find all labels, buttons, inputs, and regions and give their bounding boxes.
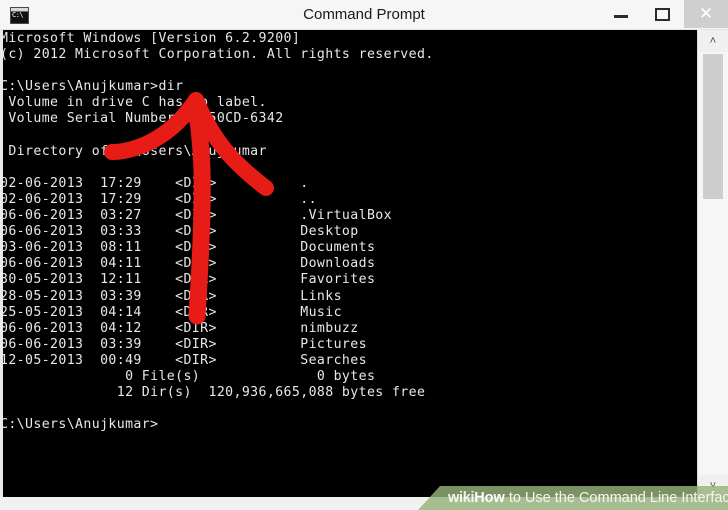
command-prompt-window: C:\ Command Prompt ✕ Microsoft Windows [… <box>0 0 728 510</box>
watermark-banner: wikiHow to Use the Command Line Interfac… <box>418 486 728 510</box>
console-line: 06-06-2013 03:27 <DIR> .VirtualBox <box>0 208 392 224</box>
console-line: C:\Users\Anujkumar> <box>0 417 159 433</box>
console-line: (c) 2012 Microsoft Corporation. All righ… <box>0 47 434 63</box>
watermark-title: to Use the Command Line Interface <box>504 490 728 506</box>
screenshot-root: C:\ Command Prompt ✕ Microsoft Windows [… <box>0 0 728 510</box>
console-line: 12-05-2013 00:49 <DIR> Searches <box>0 352 367 368</box>
console-line: 02-06-2013 17:29 <DIR> . <box>0 175 309 191</box>
console-output-area[interactable]: Microsoft Windows [Version 6.2.9200] (c) … <box>0 30 697 497</box>
console-line: 25-05-2013 04:14 <DIR> Music <box>0 304 342 320</box>
window-controls: ✕ <box>600 0 728 28</box>
close-button[interactable]: ✕ <box>684 0 728 28</box>
console-line: Volume Serial Number is 50CD-6342 <box>0 111 284 127</box>
console-line: 28-05-2013 03:39 <DIR> Links <box>0 288 342 304</box>
minimize-icon <box>614 15 628 18</box>
console-icon: C:\ <box>10 7 29 24</box>
console-scrollbar[interactable]: ˄ ˅ <box>697 30 728 497</box>
maximize-button[interactable] <box>642 0 684 28</box>
window-titlebar[interactable]: C:\ Command Prompt ✕ <box>0 0 728 30</box>
watermark-text: wikiHow to Use the Command Line Interfac… <box>448 486 728 510</box>
maximize-icon <box>655 8 670 21</box>
scrollbar-thumb[interactable] <box>703 54 723 199</box>
console-line: 12 Dir(s) 120,936,665,088 bytes free <box>0 385 426 401</box>
scroll-up-icon[interactable]: ˄ <box>698 30 728 52</box>
console-line: 06-06-2013 04:11 <DIR> Downloads <box>0 256 376 272</box>
minimize-button[interactable] <box>600 0 642 28</box>
close-icon: ✕ <box>698 4 714 23</box>
watermark-how: How <box>474 490 505 506</box>
console-line: 06-06-2013 04:12 <DIR> nimbuzz <box>0 320 359 336</box>
console-icon-text: C:\ <box>12 11 24 19</box>
console-line: Volume in drive C has no label. <box>0 95 267 111</box>
watermark-wiki: wiki <box>448 490 475 506</box>
console-line: 30-05-2013 12:11 <DIR> Favorites <box>0 272 376 288</box>
console-line: Directory of C:\Users\Anujkumar <box>0 143 267 159</box>
console-line: 06-06-2013 03:39 <DIR> Pictures <box>0 336 367 352</box>
console-text: Microsoft Windows [Version 6.2.9200] (c) … <box>0 31 697 433</box>
console-frame: Microsoft Windows [Version 6.2.9200] (c) … <box>0 30 728 498</box>
console-line: 06-06-2013 03:33 <DIR> Desktop <box>0 224 359 240</box>
console-line: 03-06-2013 08:11 <DIR> Documents <box>0 240 376 256</box>
window-left-edge <box>0 30 3 498</box>
console-line: C:\Users\Anujkumar>dir <box>0 79 184 95</box>
console-line: 0 File(s) 0 bytes <box>0 368 376 384</box>
console-line: Microsoft Windows [Version 6.2.9200] <box>0 31 301 46</box>
console-line: 02-06-2013 17:29 <DIR> .. <box>0 191 317 207</box>
